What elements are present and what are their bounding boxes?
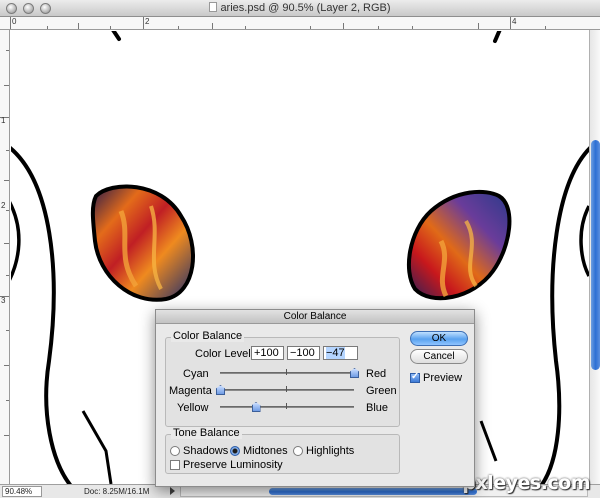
tone-balance-group-label: Tone Balance	[171, 427, 242, 439]
vertical-scrollbar[interactable]	[589, 30, 600, 484]
yellow-label: Yellow	[177, 402, 209, 414]
document-icon	[209, 2, 218, 12]
status-menu-arrow-icon[interactable]	[170, 487, 175, 495]
midtones-label: Midtones	[243, 445, 288, 457]
ok-button[interactable]: OK	[410, 331, 468, 346]
body-outline-right	[539, 146, 589, 484]
leg-outline-right	[479, 420, 498, 462]
green-label: Green	[366, 385, 397, 397]
horn-stroke-right	[493, 31, 502, 43]
horizontal-scroll-thumb[interactable]	[269, 488, 477, 495]
ear-outline-right	[579, 205, 589, 277]
ruler-number: 4	[512, 17, 517, 26]
color-levels-label: Color Levels:	[195, 348, 260, 360]
shadows-radio[interactable]	[170, 446, 180, 456]
preserve-luminosity-checkbox[interactable]	[170, 460, 180, 470]
highlights-label: Highlights	[306, 445, 355, 457]
preview-label: Preview	[423, 372, 463, 384]
cyan-label: Cyan	[183, 368, 209, 380]
document-size-info: Doc: 8.25M/16.1M	[84, 487, 150, 496]
color-balance-group-label: Color Balance	[171, 330, 245, 342]
ruler-number: 3	[1, 296, 6, 305]
cyan-red-slider[interactable]	[220, 367, 359, 379]
zoom-level-field[interactable]: 90.48%	[2, 486, 42, 497]
preview-checkbox[interactable]	[410, 371, 420, 383]
preserve-luminosity-label: Preserve Luminosity	[183, 459, 283, 471]
color-level-magenta-green-input[interactable]: −100	[287, 346, 320, 360]
fire-eye-right	[407, 189, 512, 301]
yellow-blue-slider[interactable]	[220, 401, 354, 413]
horizontal-ruler[interactable]: 0 2 4	[0, 17, 600, 30]
yellow-blue-slider-thumb[interactable]	[251, 402, 261, 412]
blue-label: Blue	[366, 402, 389, 414]
fire-eye-left	[90, 184, 195, 302]
watermark-logo: pxleyes.com	[462, 472, 590, 494]
vertical-ruler[interactable]: 1 2 3	[0, 30, 10, 484]
horn-stroke-left	[111, 31, 121, 41]
ruler-number: 2	[145, 17, 150, 26]
color-level-yellow-blue-input[interactable]: −47	[323, 346, 358, 360]
red-label: Red	[366, 368, 387, 380]
magenta-green-slider[interactable]	[216, 384, 354, 396]
leg-outline-left	[81, 410, 113, 484]
ruler-number: 0	[12, 17, 17, 26]
window-title-bar: aries.psd @ 90.5% (Layer 2, RGB)	[0, 0, 600, 17]
window-title: aries.psd @ 90.5% (Layer 2, RGB)	[0, 2, 600, 14]
body-outline-left	[11, 146, 73, 484]
midtones-radio[interactable]	[230, 446, 240, 456]
color-balance-dialog: Color Balance Color Balance Color Levels…	[155, 309, 475, 487]
shadows-label: Shadows	[183, 445, 229, 457]
vertical-scroll-thumb[interactable]	[591, 140, 600, 370]
dialog-title: Color Balance	[156, 310, 474, 324]
magenta-label: Magenta	[169, 385, 212, 397]
cancel-button[interactable]: Cancel	[410, 349, 468, 364]
ruler-number: 1	[1, 116, 6, 125]
ear-outline-left	[11, 201, 21, 281]
color-level-cyan-red-input[interactable]: +100	[251, 346, 284, 360]
ruler-number: 2	[1, 201, 6, 210]
highlights-radio[interactable]	[293, 446, 303, 456]
